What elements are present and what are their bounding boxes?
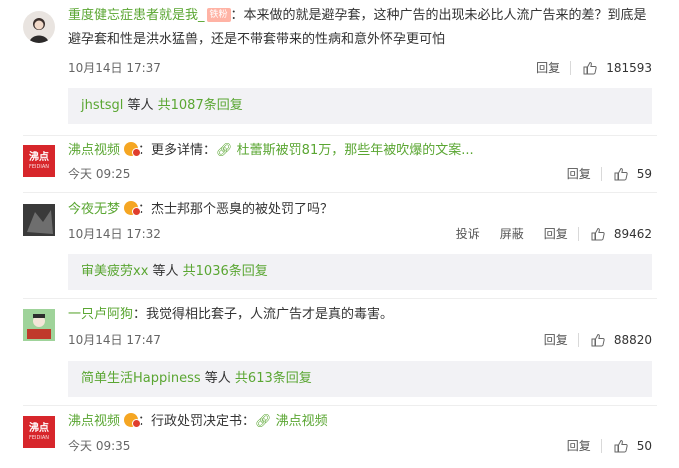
like-count: 88820 [613, 333, 652, 347]
like-count: 89462 [613, 227, 652, 241]
replies-summary[interactable]: 审美疲劳xx 等人 共1036条回复 [68, 254, 652, 290]
reply-button[interactable]: 回复 [567, 165, 591, 183]
link-icon: 🔗︎ [255, 414, 272, 429]
block-button[interactable]: 屏蔽 [500, 225, 524, 243]
action-divider [570, 61, 572, 75]
comment-text: 重度健忘症患者就是我_ 铁粉 ：本来做的就是避孕套，这种广告的出现未必比人流广告来的… [68, 4, 657, 52]
comment-content: ：行政处罚决定书： [138, 414, 256, 429]
comment-username[interactable]: 今夜无梦 [68, 202, 120, 217]
brand-avatar-sub: FEIDIAN [29, 434, 49, 441]
replies-summary[interactable]: 简单生活Happiness 等人 共613条回复 [68, 361, 652, 397]
comment-meta: 10月14日 17:47 回复 88820 [68, 331, 657, 349]
comment-text: 沸点视频 ：更多详情：🔗︎ 杜蕾斯被罚81万，那些年被吹爆的文案... [68, 139, 657, 163]
link-icon: 🔗︎ [216, 143, 233, 158]
reply-button[interactable]: 回复 [536, 59, 560, 77]
vip-icon [124, 142, 142, 157]
reply-mid: 等人 [123, 98, 158, 113]
reply-count-link[interactable]: 共1036条回复 [183, 264, 268, 279]
like-button[interactable]: 181593 [583, 61, 652, 75]
comment-username[interactable]: 重度健忘症患者就是我_ [68, 8, 205, 23]
thumbs-up-icon [591, 227, 605, 241]
reply-count-link[interactable]: 共613条回复 [235, 371, 312, 386]
reply-mid: 等人 [200, 371, 235, 386]
action-divider [577, 227, 579, 241]
reply-button[interactable]: 回复 [544, 331, 568, 349]
comment-divider [23, 135, 657, 136]
comment-divider [23, 298, 657, 299]
like-count: 59 [636, 167, 652, 181]
comment-time: 10月14日 17:37 [68, 61, 161, 75]
comment-username[interactable]: 一只卢阿狗 [68, 307, 133, 322]
reply-button[interactable]: 回复 [544, 225, 568, 243]
like-button[interactable]: 88820 [591, 333, 652, 347]
comment-text: 今夜无梦 ：杰士邦那个恶臭的被处罚了吗？ [68, 198, 657, 222]
action-divider [600, 167, 602, 181]
user-avatar[interactable] [23, 204, 55, 236]
fan-badge: 铁粉 [206, 8, 231, 22]
thumbs-up-icon [583, 61, 597, 75]
report-button[interactable]: 投诉 [456, 225, 480, 243]
comment-divider [23, 192, 657, 193]
comment-text: 一只卢阿狗：我觉得相比套子，人流广告才是真的毒害。 [68, 303, 657, 327]
comment-content: ：我觉得相比套子，人流广告才是真的毒害。 [133, 307, 394, 322]
comment-content: ：杰士邦那个恶臭的被处罚了吗？ [138, 202, 334, 217]
comment-meta: 10月14日 17:32 投诉 屏蔽 回复 89462 [68, 225, 657, 243]
reply-user[interactable]: 审美疲劳xx [81, 264, 148, 279]
comment-username[interactable]: 沸点视频 [68, 143, 120, 158]
like-count: 50 [636, 439, 652, 453]
reply-count-link[interactable]: 共1087条回复 [158, 98, 243, 113]
comment-link[interactable]: 杜蕾斯被罚81万，那些年被吹爆的文案... [233, 143, 474, 158]
vip-icon [124, 413, 142, 428]
comment-meta: 10月14日 17:37 回复 181593 [68, 59, 657, 77]
reply-button[interactable]: 回复 [567, 437, 591, 455]
thumbs-up-icon [614, 167, 628, 181]
comment-time: 10月14日 17:47 [68, 333, 161, 347]
comment-time: 10月14日 17:32 [68, 227, 161, 241]
like-button[interactable]: 89462 [591, 227, 652, 241]
comment-content: ：更多详情： [138, 143, 217, 158]
brand-avatar-sub: FEIDIAN [29, 163, 49, 170]
reply-user[interactable]: 简单生活Happiness [81, 371, 201, 386]
comment-username[interactable]: 沸点视频 [68, 414, 120, 429]
comment-meta: 今天 09:25 回复 59 [68, 165, 657, 183]
reply-mid: 等人 [148, 264, 183, 279]
reply-user[interactable]: jhstsgl [81, 98, 123, 113]
comment-text: 沸点视频 ：行政处罚决定书：🔗︎ 沸点视频 [68, 410, 657, 434]
comment-time: 今天 09:25 [68, 167, 131, 181]
replies-summary[interactable]: jhstsgl 等人 共1087条回复 [68, 88, 652, 124]
comment-meta: 今天 09:35 回复 50 [68, 437, 657, 455]
like-button[interactable]: 59 [614, 167, 652, 181]
action-divider [577, 333, 579, 347]
thumbs-up-icon [614, 439, 628, 453]
action-divider [600, 439, 602, 453]
brand-avatar[interactable]: 沸点 FEIDIAN [23, 416, 55, 448]
brand-avatar-text: 沸点 [29, 422, 49, 434]
like-count: 181593 [606, 61, 652, 75]
comment-divider [23, 405, 657, 406]
like-button[interactable]: 50 [614, 439, 652, 453]
user-avatar[interactable] [23, 309, 55, 341]
thumbs-up-icon [591, 333, 605, 347]
comment-link[interactable]: 沸点视频 [272, 414, 328, 429]
vip-icon [124, 201, 142, 216]
brand-avatar[interactable]: 沸点 FEIDIAN [23, 145, 55, 177]
brand-avatar-text: 沸点 [29, 151, 49, 163]
user-avatar[interactable] [23, 11, 55, 43]
comment-time: 今天 09:35 [68, 439, 131, 453]
